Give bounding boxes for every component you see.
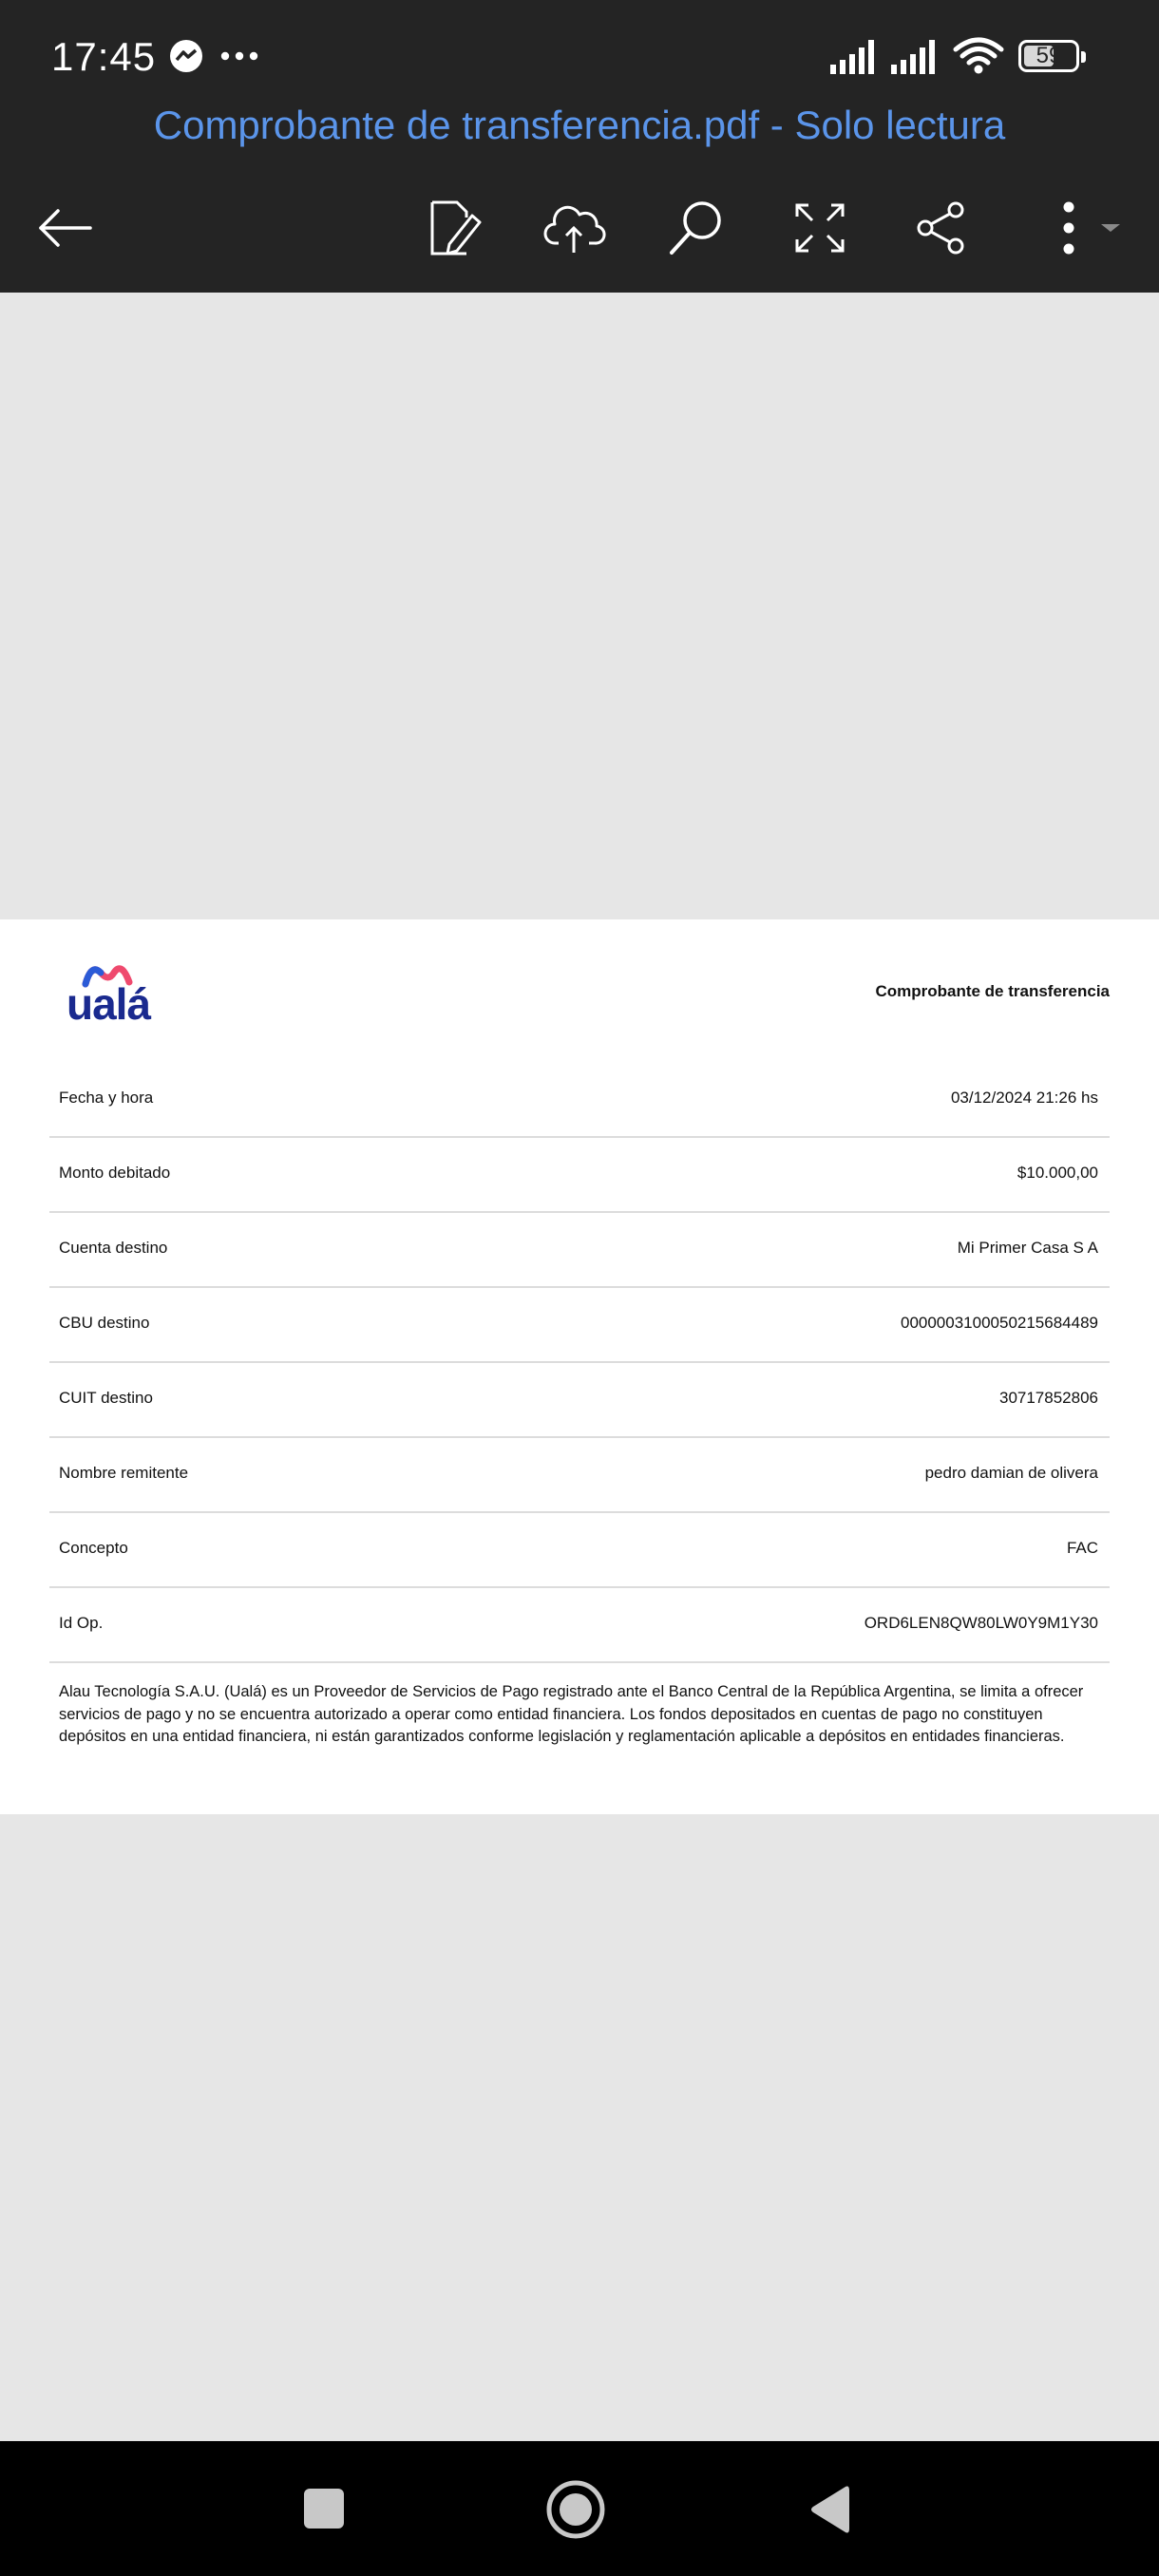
- detail-value: 03/12/2024 21:26 hs: [950, 1089, 1098, 1107]
- back-arrow-icon: [39, 209, 92, 247]
- detail-value: 30717852806: [998, 1389, 1098, 1407]
- share-button[interactable]: [908, 195, 975, 261]
- detail-value: Mi Primer Casa S A: [957, 1239, 1098, 1257]
- share-icon: [917, 201, 964, 255]
- detail-row: Nombre remitente pedro damian de olivera: [49, 1439, 1110, 1513]
- signal-icon: [830, 40, 874, 74]
- recents-square-icon[interactable]: [304, 2489, 344, 2529]
- detail-row: Id Op. ORD6LEN8QW80LW0Y9M1Y30: [49, 1589, 1110, 1663]
- document-title: Comprobante de transferencia.pdf - Solo …: [153, 103, 1006, 147]
- status-time: 17:45: [51, 34, 157, 79]
- wifi-icon: [953, 37, 1004, 74]
- detail-value: $10.000,00: [1016, 1164, 1098, 1182]
- legal-disclaimer: Alau Tecnología S.A.U. (Ualá) es un Prov…: [59, 1683, 1084, 1745]
- home-circle-icon[interactable]: [545, 2479, 606, 2540]
- detail-label: Cuenta destino: [59, 1239, 168, 1257]
- fullscreen-icon: [795, 203, 845, 253]
- detail-value: ORD6LEN8QW80LW0Y9M1Y30: [864, 1614, 1098, 1632]
- detail-label: Id Op.: [59, 1614, 104, 1632]
- app-top-bar: 17:45 59 Comprobante de transferencia.pd…: [0, 0, 1159, 293]
- battery-icon: 59: [1018, 40, 1086, 72]
- cloud-upload-icon: [543, 205, 606, 253]
- messenger-icon: [170, 40, 202, 72]
- search-button[interactable]: [663, 195, 730, 261]
- detail-label: CUIT destino: [59, 1389, 153, 1407]
- detail-label: CBU destino: [59, 1314, 150, 1332]
- edit-document-button[interactable]: [422, 195, 488, 261]
- document-header-title: Comprobante de transferencia: [875, 982, 1110, 1000]
- search-icon: [670, 201, 721, 255]
- detail-row: Concepto FAC: [49, 1514, 1110, 1588]
- back-button[interactable]: [32, 195, 99, 261]
- upload-cloud-button[interactable]: [542, 195, 608, 261]
- detail-label: Concepto: [59, 1539, 128, 1557]
- detail-row: Fecha y hora 03/12/2024 21:26 hs: [49, 1064, 1110, 1138]
- detail-value: FAC: [1066, 1539, 1098, 1557]
- detail-row: Cuenta destino Mi Primer Casa S A: [49, 1214, 1110, 1288]
- more-options-button[interactable]: [1036, 195, 1130, 261]
- status-bar: 17:45 59: [0, 0, 1159, 114]
- detail-row: CBU destino 0000003100050215684489: [49, 1289, 1110, 1363]
- detail-label: Fecha y hora: [59, 1089, 154, 1107]
- edit-document-icon: [430, 200, 482, 256]
- detail-label: Nombre remitente: [59, 1464, 189, 1482]
- more-dots-icon: [220, 51, 258, 61]
- detail-value: 0000003100050215684489: [900, 1314, 1098, 1332]
- detail-value: pedro damian de olivera: [924, 1464, 1098, 1482]
- detail-label: Monto debitado: [59, 1164, 171, 1182]
- detail-row: Monto debitado $10.000,00: [49, 1139, 1110, 1213]
- battery-percentage: 59: [1036, 43, 1062, 68]
- uala-logo-text: ualá: [66, 979, 151, 1029]
- back-triangle-icon[interactable]: [808, 2483, 851, 2536]
- more-options-icon: [1063, 201, 1120, 255]
- detail-row: CUIT destino 30717852806: [49, 1364, 1110, 1438]
- fullscreen-button[interactable]: [787, 195, 853, 261]
- signal-icon: [891, 40, 935, 74]
